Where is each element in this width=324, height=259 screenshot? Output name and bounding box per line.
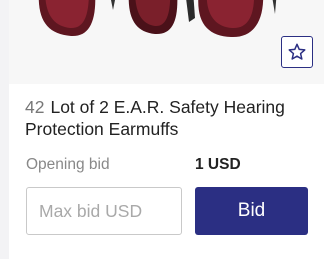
lot-title[interactable]: 42 Lot of 2 E.A.R. Safety Hearing Protect… bbox=[25, 96, 315, 140]
bid-button[interactable]: Bid bbox=[195, 187, 308, 235]
earmuffs-image bbox=[38, 0, 277, 38]
star-icon bbox=[287, 42, 307, 62]
lot-image[interactable] bbox=[9, 0, 324, 84]
add-to-watchlist-button[interactable] bbox=[281, 36, 313, 68]
right-earmuff-graphic bbox=[186, 0, 277, 38]
left-earmuff-graphic bbox=[38, 0, 178, 37]
lot-number: 42 bbox=[25, 97, 45, 117]
max-bid-input[interactable] bbox=[26, 187, 182, 235]
opening-bid-value: 1 USD bbox=[195, 156, 241, 173]
lot-card[interactable]: 42 Lot of 2 E.A.R. Safety Hearing Protect… bbox=[9, 0, 324, 259]
lot-title-text[interactable]: Lot of 2 E.A.R. Safety Hearing Protectio… bbox=[25, 97, 285, 139]
opening-bid-label: Opening bid bbox=[26, 156, 110, 173]
page: 42 Lot of 2 E.A.R. Safety Hearing Protect… bbox=[0, 0, 324, 259]
left-gutter bbox=[0, 0, 9, 259]
